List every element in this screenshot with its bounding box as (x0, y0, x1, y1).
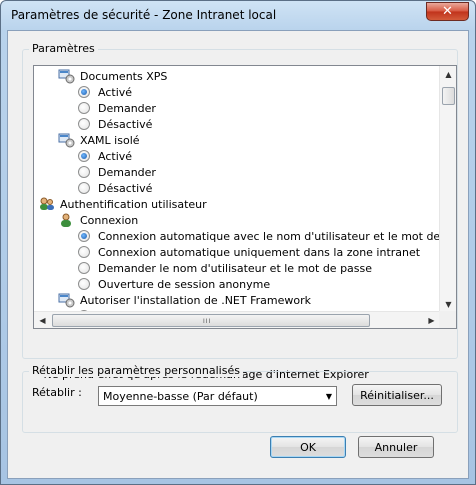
radio-checked-icon[interactable] (78, 86, 90, 98)
setting-label: Demander (98, 101, 156, 115)
setting-option[interactable]: Activé (78, 84, 132, 100)
ok-button[interactable]: OK (270, 436, 346, 458)
radio-unchecked-icon[interactable] (78, 166, 90, 178)
setting-label: Connexion automatique uniquement dans la… (98, 245, 421, 259)
setting-category: Connexion (58, 212, 138, 228)
radio-unchecked-icon[interactable] (78, 262, 90, 274)
radio-unchecked-icon[interactable] (78, 246, 90, 258)
radio-checked-icon[interactable] (78, 150, 90, 162)
vertical-scroll-thumb[interactable] (442, 87, 455, 105)
setting-option[interactable]: Désactivé (78, 180, 152, 196)
reset-button[interactable]: Réinitialiser... (352, 384, 442, 406)
window-title: Paramètres de sécurité - Zone Intranet l… (11, 8, 277, 22)
setting-option[interactable]: Ouverture de session anonyme (78, 276, 270, 292)
users-icon (38, 196, 55, 212)
setting-category: Documents XPS (58, 68, 167, 84)
reset-button-label: Réinitialiser... (360, 388, 434, 402)
security-settings-window: Paramètres de sécurité - Zone Intranet l… (0, 0, 476, 485)
setting-label: Ouverture de session anonyme (98, 277, 271, 291)
reset-level-select[interactable]: Moyenne-basse (Par défaut) ▼ (98, 386, 337, 406)
radio-unchecked-icon[interactable] (78, 278, 90, 290)
setting-label: Demander (98, 165, 156, 179)
close-button[interactable]: ✕ (426, 2, 469, 21)
radio-unchecked-icon[interactable] (78, 118, 90, 130)
setting-label: Connexion automatique avec le nom d'util… (98, 229, 457, 243)
radio-unchecked-icon[interactable] (78, 182, 90, 194)
settings-node-icon (58, 68, 75, 84)
radio-checked-icon[interactable] (78, 230, 90, 242)
settings-node-icon (58, 292, 75, 308)
setting-category: XAML isolé (58, 132, 140, 148)
radio-unchecked-icon[interactable] (78, 102, 90, 114)
setting-option[interactable]: Activé (78, 148, 132, 164)
title-bar[interactable]: Paramètres de sécurité - Zone Intranet l… (1, 1, 475, 29)
settings-tree[interactable]: Documents XPS Activé Demander Désactivé XAML… (33, 65, 457, 329)
scrollbar-corner (439, 311, 456, 328)
scroll-up-icon[interactable]: ▲ (440, 66, 456, 83)
setting-option[interactable]: Désactivé (78, 116, 152, 132)
chevron-down-icon: ▼ (325, 392, 332, 401)
reset-level-value: Moyenne-basse (Par défaut) (103, 389, 258, 403)
settings-node-icon (58, 132, 75, 148)
setting-label: Demander le nom d'utilisateur et le mot … (98, 261, 373, 275)
setting-option[interactable]: Demander (78, 100, 156, 116)
grip-icon: III (203, 318, 212, 325)
scroll-right-icon[interactable]: ▶ (423, 312, 440, 328)
setting-label: Autoriser l'installation de .NET Framewo… (80, 293, 311, 307)
setting-label: Désactivé (98, 117, 153, 131)
ok-button-label: OK (300, 440, 316, 454)
setting-option[interactable]: Demander le nom d'utilisateur et le mot … (78, 260, 372, 276)
settings-groupbox: Paramètres Documents XPS Activé Demander Dé… (22, 42, 458, 359)
setting-label: Authentification utilisateur (60, 197, 207, 211)
horizontal-scroll-thumb[interactable]: III (52, 314, 370, 327)
horizontal-scrollbar[interactable]: ◀ III ▶ (34, 311, 441, 328)
cancel-button[interactable]: Annuler (358, 436, 434, 458)
setting-label: Connexion (80, 213, 139, 227)
scroll-left-icon[interactable]: ◀ (34, 312, 51, 328)
user-icon (58, 212, 75, 228)
setting-option[interactable]: Demander (78, 164, 156, 180)
setting-option[interactable]: Connexion automatique uniquement dans la… (78, 244, 420, 260)
cancel-button-label: Annuler (374, 440, 418, 454)
close-icon: ✕ (442, 4, 453, 19)
vertical-scrollbar[interactable]: ▲ ▼ (439, 66, 456, 313)
setting-label: Activé (98, 149, 133, 163)
setting-label: Documents XPS (80, 69, 168, 83)
settings-group-label: Paramètres (29, 42, 98, 55)
setting-category: Authentification utilisateur (38, 196, 207, 212)
setting-label: XAML isolé (80, 133, 140, 147)
reset-level-label: Rétablir : (32, 386, 82, 399)
setting-option[interactable]: Connexion automatique avec le nom d'util… (78, 228, 457, 244)
setting-label: Activé (98, 85, 133, 99)
setting-category: Autoriser l'installation de .NET Framewo… (58, 292, 311, 308)
reset-group-label: Rétablir les paramètres personnalisés (29, 364, 243, 377)
dialog-body: Paramètres Documents XPS Activé Demander Dé… (7, 30, 469, 479)
setting-label: Désactivé (98, 181, 153, 195)
